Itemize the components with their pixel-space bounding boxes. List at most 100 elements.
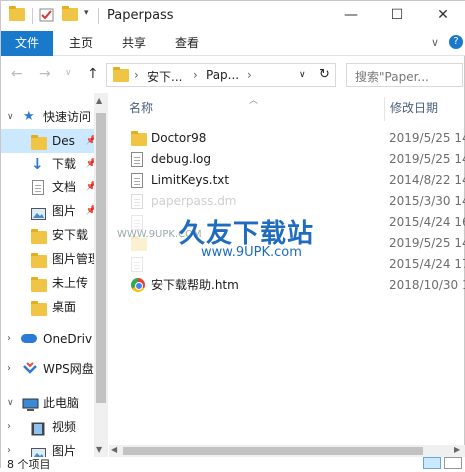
- file-list: ︿ 名称 修改日期 Doctor98 2019/5/25 14 debug.lo…: [109, 93, 465, 458]
- minimize-button[interactable]: —: [328, 1, 374, 31]
- back-arrow-icon[interactable]: ←: [11, 66, 23, 82]
- file-list-scrollbar[interactable]: ◀ ▶: [109, 445, 465, 457]
- nav-item-folder[interactable]: 图片管理: [1, 247, 97, 271]
- search-input[interactable]: 搜索"Paper...: [355, 68, 429, 85]
- chevron-down-icon[interactable]: ∨: [7, 391, 14, 415]
- file-row[interactable]: Doctor98 2019/5/25 14: [129, 128, 465, 149]
- nav-item-folder[interactable]: 安下载: [1, 223, 97, 247]
- file-date: 2015/3/30 14: [389, 194, 465, 208]
- help-icon[interactable]: ?: [449, 35, 463, 49]
- window-title: Paperpass: [107, 8, 174, 23]
- document-icon: [32, 179, 44, 199]
- nav-item-downloads[interactable]: ↓ 下载 📌: [1, 152, 97, 176]
- file-date: 2019/5/25 14: [389, 152, 465, 166]
- nav-label: 下载: [52, 157, 77, 171]
- title-bar: ▾ Paperpass — ☐ ✕: [1, 1, 465, 31]
- wps-cloud-icon: [22, 360, 38, 381]
- navigation-pane: ∨ ★ 快速访问 Des 📌 ↓ 下载 📌 文档 📌 图片 📌 安下载 图片管理…: [1, 93, 107, 458]
- file-date: 2014/8/22 14: [389, 173, 465, 187]
- breadcrumb-separator: ›: [134, 68, 139, 82]
- scroll-down-arrow-icon[interactable]: ▼: [96, 445, 102, 454]
- nav-label: 安下载: [52, 228, 89, 242]
- scrollbar-thumb[interactable]: [123, 447, 423, 455]
- nav-label: 图片: [52, 444, 77, 458]
- file-date: 2019/5/25 14: [389, 131, 465, 145]
- new-folder-icon[interactable]: [62, 6, 78, 22]
- nav-item-documents[interactable]: 文档 📌: [1, 175, 97, 199]
- computer-icon: [22, 396, 39, 415]
- column-separator[interactable]: [384, 97, 385, 121]
- breadcrumb-separator: ›: [247, 68, 252, 82]
- nav-item-videos[interactable]: › 视频: [1, 415, 97, 439]
- chevron-right-icon[interactable]: ›: [7, 327, 11, 351]
- address-bar[interactable]: › 安下... › Pap... › ∨ ↻: [106, 63, 336, 87]
- nav-label: Des: [52, 134, 75, 148]
- folder-icon: [31, 276, 47, 295]
- expand-ribbon-icon[interactable]: ∨: [431, 36, 439, 49]
- nav-label: 桌面: [52, 300, 77, 314]
- file-name: debug.log: [151, 152, 211, 166]
- file-name: Doctor98: [151, 131, 207, 145]
- nav-item-desktop-folder[interactable]: 桌面: [1, 295, 97, 319]
- file-name: 安下载帮助.htm: [151, 278, 239, 292]
- up-arrow-icon[interactable]: ↑: [87, 66, 99, 82]
- nav-item-pictures[interactable]: 图片 📌: [1, 199, 97, 223]
- nav-item-wps-drive[interactable]: › WPS网盘: [1, 357, 97, 381]
- nav-label: 未上传: [52, 276, 89, 290]
- nav-item-this-pc[interactable]: ∨ 此电脑: [1, 391, 97, 415]
- file-row[interactable]: debug.log 2019/5/25 14: [129, 149, 465, 170]
- tab-file[interactable]: 文件: [1, 31, 53, 56]
- nav-label: 图片: [52, 204, 77, 218]
- address-dropdown-icon[interactable]: ∨: [299, 70, 306, 80]
- separator: [32, 8, 33, 24]
- folder-icon: [9, 6, 25, 22]
- properties-icon[interactable]: [39, 8, 55, 22]
- file-row[interactable]: LimitKeys.txt 2014/8/22 14: [129, 170, 465, 191]
- file-row[interactable]: 安下载帮助.htm 2018/10/30 1: [129, 275, 465, 296]
- ribbon: 文件 主页 共享 查看 ∨ ?: [1, 31, 465, 56]
- maximize-button[interactable]: ☐: [374, 1, 420, 31]
- scroll-right-arrow-icon[interactable]: ▶: [454, 445, 460, 454]
- chevron-down-icon[interactable]: ∨: [7, 105, 14, 129]
- watermark-url: www.9UPK.com: [201, 245, 302, 260]
- file-name: LimitKeys.txt: [151, 173, 230, 187]
- scrollbar-thumb[interactable]: [96, 113, 106, 403]
- folder-icon: [31, 300, 47, 319]
- column-header-name[interactable]: 名称: [129, 93, 153, 123]
- folder-icon: [113, 67, 129, 85]
- refresh-icon[interactable]: ↻: [319, 67, 330, 82]
- recent-locations-icon[interactable]: ∨: [65, 68, 72, 78]
- search-box[interactable]: 搜索"Paper...: [346, 63, 463, 87]
- status-bar: 8 个项目: [1, 457, 465, 471]
- tab-view[interactable]: 查看: [175, 31, 199, 56]
- sort-ascending-icon: ︿: [249, 96, 259, 106]
- nav-label: 图片管理: [52, 252, 97, 266]
- breadcrumb-segment[interactable]: 安下...: [147, 68, 182, 85]
- cloud-icon: [21, 334, 37, 343]
- tab-home[interactable]: 主页: [69, 31, 93, 56]
- breadcrumb-segment[interactable]: Pap...: [206, 68, 239, 82]
- explorer-window: ▾ Paperpass — ☐ ✕ 文件 主页 共享 查看 ∨ ? ← → ∨ …: [0, 0, 465, 471]
- column-header-date[interactable]: 修改日期: [390, 93, 438, 123]
- chevron-right-icon[interactable]: ›: [7, 357, 11, 381]
- nav-label: 此电脑: [43, 396, 80, 410]
- picture-icon: [31, 204, 46, 223]
- file-row[interactable]: paperpass.dm 2015/3/30 14: [129, 191, 465, 212]
- nav-pane-scrollbar[interactable]: ▲ ▼: [94, 93, 108, 458]
- breadcrumb-separator: ›: [193, 68, 198, 82]
- details-view-icon[interactable]: [423, 457, 441, 469]
- large-icons-view-icon[interactable]: [444, 457, 462, 469]
- scroll-left-arrow-icon[interactable]: ◀: [111, 445, 117, 454]
- file-date: 2019/5/25 14: [389, 236, 465, 250]
- close-button[interactable]: ✕: [420, 1, 465, 31]
- nav-item-quick-access[interactable]: ∨ ★ 快速访问: [1, 105, 97, 129]
- scroll-up-arrow-icon[interactable]: ▲: [96, 96, 102, 105]
- nav-label: 视频: [52, 420, 77, 434]
- chevron-right-icon[interactable]: ›: [7, 415, 11, 439]
- file-date: 2015/4/24 16: [389, 215, 465, 229]
- nav-item-folder[interactable]: 未上传: [1, 271, 97, 295]
- nav-item-desktop[interactable]: Des 📌: [1, 129, 97, 153]
- tab-share[interactable]: 共享: [122, 31, 146, 56]
- forward-arrow-icon[interactable]: →: [39, 66, 51, 82]
- nav-item-onedrive[interactable]: › OneDriv: [1, 327, 97, 351]
